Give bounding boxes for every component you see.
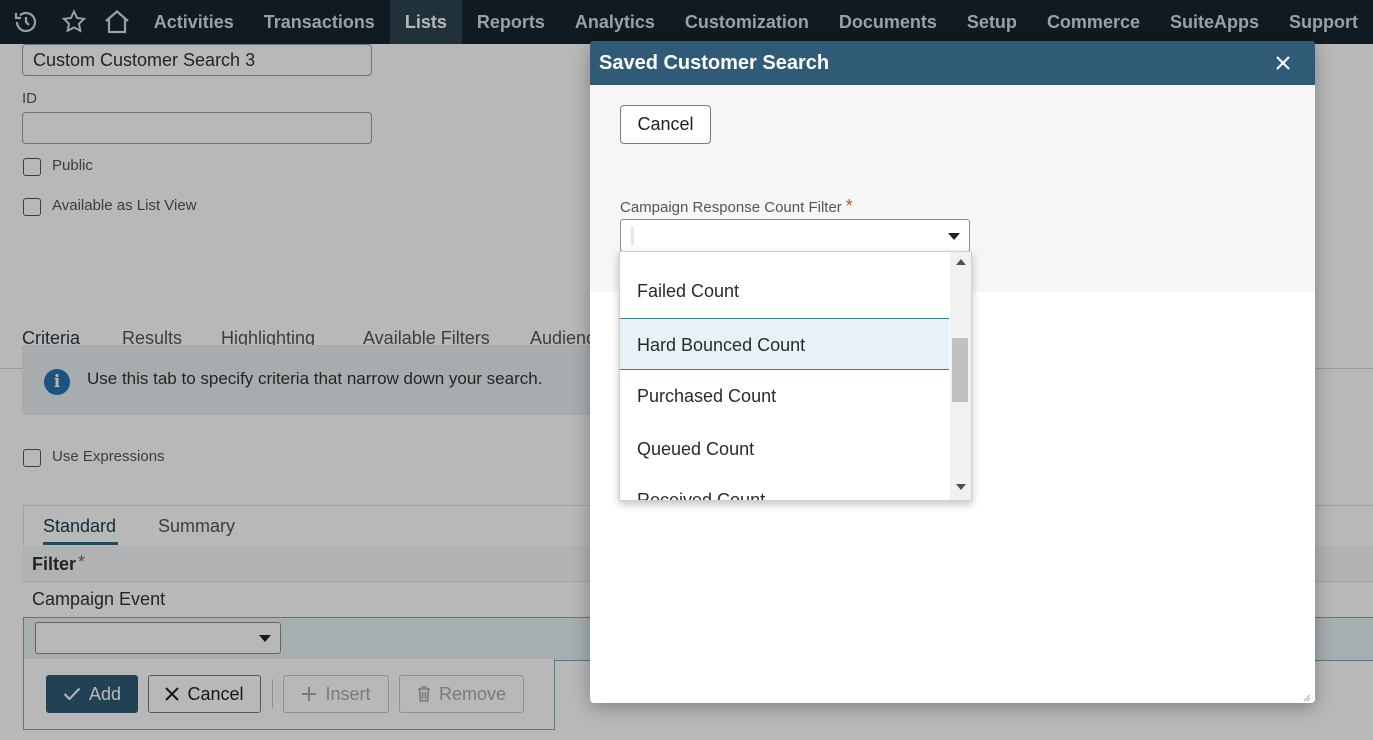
campaign-filter-options: Failed Count Hard Bounced Count Purchase… xyxy=(619,251,972,501)
option-queued-count[interactable]: Queued Count xyxy=(620,423,949,475)
text-cursor xyxy=(631,227,634,245)
dropdown-scrollbar[interactable] xyxy=(950,252,971,500)
campaign-filter-select[interactable] xyxy=(620,219,970,252)
campaign-filter-label-text: Campaign Response Count Filter xyxy=(620,199,842,216)
close-icon[interactable] xyxy=(1271,51,1295,75)
option-failed-count[interactable]: Failed Count xyxy=(620,265,949,317)
modal-title: Saved Customer Search xyxy=(599,52,830,74)
required-marker: * xyxy=(845,196,853,216)
scroll-down-icon[interactable] xyxy=(956,484,966,490)
modal-header: Saved Customer Search xyxy=(590,41,1315,85)
option-received-count[interactable]: Received Count xyxy=(620,474,949,500)
campaign-filter-label: Campaign Response Count Filter * xyxy=(620,196,853,217)
modal-cancel-button[interactable]: Cancel xyxy=(620,105,711,144)
scroll-thumb[interactable] xyxy=(952,338,968,402)
resize-grip-icon[interactable] xyxy=(1301,689,1311,702)
chevron-down-icon xyxy=(948,233,960,240)
option-purchased-count[interactable]: Purchased Count xyxy=(620,370,949,422)
scroll-up-icon[interactable] xyxy=(956,259,966,265)
option-hard-bounced-count[interactable]: Hard Bounced Count xyxy=(620,318,949,370)
